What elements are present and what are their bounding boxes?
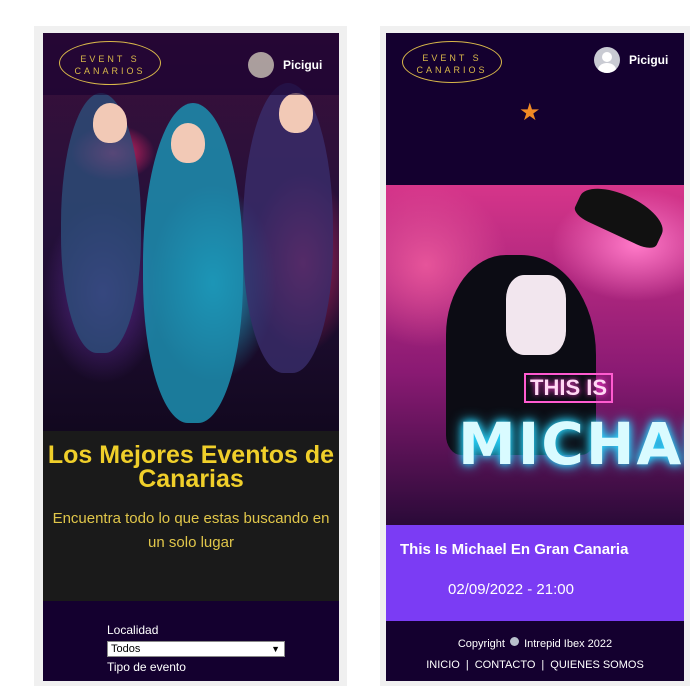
top-header: EVENT S CANARIOS Picigui: [43, 33, 339, 95]
user-avatar-icon[interactable]: [248, 52, 274, 78]
event-poster: THIS IS MICHAEL: [386, 185, 684, 525]
footer-link-contacto[interactable]: CONTACTO: [475, 659, 536, 671]
copyright: Copyright Intrepid Ibex 2022: [457, 637, 613, 650]
home-screen: EVENT S CANARIOS Picigui Los Mejores Eve…: [43, 33, 339, 681]
event-detail-screen: EVENT S CANARIOS Picigui ★ THIS IS MICHA…: [386, 33, 684, 681]
locality-select[interactable]: Todos ▼: [107, 641, 285, 657]
promo-subtitle: Encuentra todo lo que estas buscando en …: [52, 510, 330, 551]
promo-banner: Los Mejores Eventos de Canarias Encuentr…: [43, 431, 339, 601]
locality-label: Localidad: [107, 623, 159, 637]
event-type-label: Tipo de evento: [107, 660, 186, 674]
filter-section: Localidad Todos ▼ Tipo de evento: [43, 601, 339, 681]
footer-link-inicio[interactable]: INICIO: [426, 659, 460, 671]
site-logo[interactable]: EVENT S CANARIOS: [402, 41, 502, 83]
user-avatar-icon[interactable]: [594, 47, 620, 73]
site-logo[interactable]: EVENT S CANARIOS: [59, 41, 161, 85]
event-datetime: 02/09/2022 - 21:00: [448, 581, 574, 598]
left-phone-frame: EVENT S CANARIOS Picigui Los Mejores Eve…: [34, 26, 347, 686]
poster-small-text: THIS IS: [524, 373, 614, 403]
footer-links: INICIO | CONTACTO | QUIENES SOMOS: [426, 659, 644, 671]
username[interactable]: Picigui: [629, 53, 668, 67]
chevron-down-icon: ▼: [271, 644, 280, 654]
event-title: This Is Michael En Gran Canaria: [400, 541, 629, 558]
copyright-icon: [510, 637, 519, 646]
username[interactable]: Picigui: [283, 58, 322, 72]
right-phone-frame: EVENT S CANARIOS Picigui ★ THIS IS MICHA…: [380, 26, 690, 686]
footer-link-quienes-somos[interactable]: QUIENES SOMOS: [550, 659, 644, 671]
promo-title: Los Mejores Eventos de Canarias: [47, 441, 335, 493]
poster-big-text: MICHAEL: [458, 410, 684, 478]
locality-selected-value: Todos: [111, 643, 141, 655]
footer: Copyright Intrepid Ibex 2022 INICIO | CONT…: [386, 627, 684, 681]
star-icon[interactable]: ★: [519, 98, 541, 127]
event-card[interactable]: This Is Michael En Gran Canaria 02/09/20…: [386, 525, 684, 621]
